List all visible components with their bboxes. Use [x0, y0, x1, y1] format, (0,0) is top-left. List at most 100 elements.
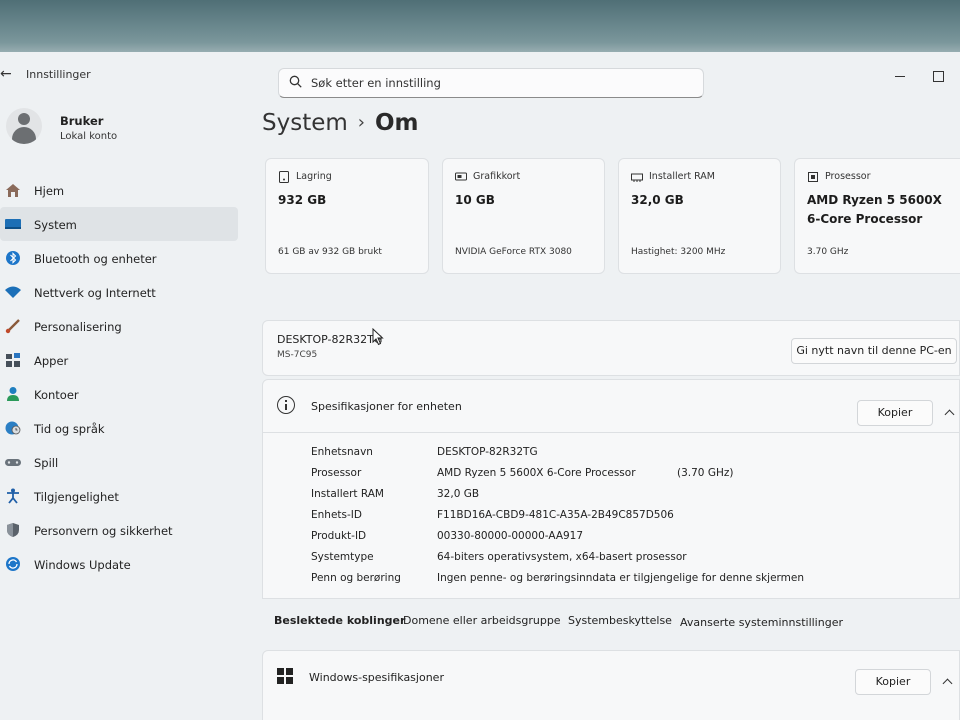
sidebar-item-network[interactable]: Nettverk og Internett — [0, 275, 238, 309]
spec-value: F11BD16A-CBD9-481C-A35A-2B49C857D506 — [437, 509, 674, 521]
sidebar-item-personalization[interactable]: Personalisering — [0, 309, 238, 343]
search-box[interactable] — [278, 68, 704, 98]
device-specs-title: Spesifikasjoner for enheten — [311, 400, 462, 413]
sidebar-item-label: Nettverk og Internett — [34, 286, 156, 300]
card-value: 32,0 GB — [631, 193, 684, 207]
collapse-chevron-icon[interactable] — [941, 675, 955, 689]
sidebar-item-hjem[interactable]: Hjem — [0, 173, 238, 207]
collapse-chevron-icon[interactable] — [943, 406, 957, 420]
card-value: AMD Ryzen 5 5600X 6-Core Processor — [807, 193, 942, 226]
spec-key: Enhetsnavn — [311, 446, 373, 458]
spec-value: Ingen penne- og berøringsinndata er tilg… — [437, 572, 805, 584]
accessibility-icon — [7, 488, 19, 504]
breadcrumb-current: Om — [374, 110, 419, 136]
spec-key: Installert RAM — [311, 488, 384, 500]
brush-icon — [5, 319, 20, 334]
back-arrow-icon[interactable]: ← — [0, 66, 12, 82]
user-name: Bruker — [60, 114, 104, 128]
gpu-icon — [455, 172, 467, 181]
gpu-card[interactable]: Grafikkort 10 GB NVIDIA GeForce RTX 3080 — [442, 158, 605, 274]
sidebar-item-label: Personalisering — [34, 320, 122, 334]
sidebar-item-label: Hjem — [34, 184, 65, 198]
sidebar-item-windows-update[interactable]: Windows Update — [0, 547, 238, 581]
spec-row: Enhetsnavn DESKTOP-82R32TG — [311, 446, 951, 466]
sidebar-item-system[interactable]: System — [0, 207, 238, 241]
card-value: 10 GB — [455, 193, 495, 207]
spec-key: Prosessor — [311, 467, 362, 479]
search-icon — [289, 75, 302, 88]
system-icon — [5, 219, 21, 229]
sidebar-item-time-language[interactable]: Tid og språk — [0, 411, 238, 445]
user-account-type: Lokal konto — [60, 131, 118, 142]
sidebar-item-label: Personvern og sikkerhet — [34, 524, 173, 538]
breadcrumb-parent[interactable]: System — [262, 110, 348, 136]
link-domain-workgroup[interactable]: Domene eller arbeidsgruppe — [403, 614, 561, 627]
update-icon — [6, 557, 20, 571]
spec-row: Installert RAM 32,0 GB — [311, 488, 951, 508]
bluetooth-icon — [6, 251, 20, 265]
page-title: System › Om — [262, 110, 419, 136]
spec-row: Prosessor AMD Ryzen 5 5600X 6-Core Proce… — [311, 467, 951, 487]
copy-windows-specs-button[interactable]: Kopier — [855, 669, 931, 695]
windows-specs-header[interactable]: Windows-spesifikasjoner Kopier — [262, 650, 960, 720]
card-title: Grafikkort — [473, 171, 521, 182]
spec-value: 32,0 GB — [437, 488, 480, 500]
card-title: Installert RAM — [649, 171, 716, 182]
search-input[interactable] — [311, 74, 691, 92]
related-links-heading: Beslektede koblinger — [274, 614, 406, 627]
maximize-button[interactable] — [928, 66, 948, 86]
settings-window: ← Innstillinger Bruker Lokal konto Hjem … — [0, 52, 960, 720]
sidebar-item-gaming[interactable]: Spill — [0, 445, 238, 479]
device-model: MS-7C95 — [277, 350, 318, 360]
mouse-cursor-icon — [372, 328, 384, 346]
breadcrumb-separator: › — [357, 112, 365, 133]
sidebar-item-accessibility[interactable]: Tilgjengelighet — [0, 479, 238, 513]
windows-logo-icon — [277, 668, 293, 684]
ram-icon — [631, 173, 643, 182]
spec-value: DESKTOP-82R32TG — [437, 446, 538, 458]
rename-pc-button[interactable]: Gi nytt navn til denne PC-en — [791, 338, 957, 364]
spec-key: Enhets-ID — [311, 509, 362, 521]
person-icon — [7, 387, 19, 401]
avatar — [6, 108, 42, 144]
related-links: Beslektede koblinger Domene eller arbeid… — [262, 600, 960, 644]
app-title: Innstillinger — [26, 68, 91, 81]
spec-row: Penn og berøring Ingen penne- og berørin… — [311, 572, 951, 592]
sidebar-nav: Hjem System Bluetooth og enheter Nettver… — [0, 173, 240, 581]
sidebar-item-label: System — [34, 218, 77, 232]
ram-card[interactable]: Installert RAM 32,0 GB Hastighet: 3200 M… — [618, 158, 781, 274]
sidebar-item-label: Apper — [34, 354, 69, 368]
screen-bezel — [0, 0, 960, 60]
spec-key: Penn og berøring — [311, 572, 401, 584]
sidebar-item-label: Tid og språk — [34, 422, 105, 436]
card-subtitle: NVIDIA GeForce RTX 3080 — [455, 247, 572, 257]
spec-key: Produkt-ID — [311, 530, 367, 542]
sidebar-item-bluetooth[interactable]: Bluetooth og enheter — [0, 241, 238, 275]
sidebar-item-accounts[interactable]: Kontoer — [0, 377, 238, 411]
spec-value: AMD Ryzen 5 5600X 6-Core Processor — [437, 467, 636, 479]
info-icon — [277, 396, 295, 414]
sidebar-item-apps[interactable]: Apper — [0, 343, 238, 377]
link-advanced-system-settings[interactable]: Avanserte systeminnstillinger — [680, 616, 843, 629]
apps-icon — [6, 353, 20, 367]
shield-icon — [7, 523, 19, 537]
device-specs-header[interactable]: Spesifikasjoner for enheten Kopier — [262, 379, 960, 433]
spec-row: Produkt-ID 00330-80000-00000-AA917 — [311, 530, 951, 550]
spec-row: Enhets-ID F11BD16A-CBD9-481C-A35A-2B49C8… — [311, 509, 951, 529]
link-system-protection[interactable]: Systembeskyttelse — [568, 614, 672, 627]
card-title: Prosessor — [825, 171, 871, 182]
home-icon — [6, 184, 20, 197]
copy-device-specs-button[interactable]: Kopier — [857, 400, 933, 426]
storage-card[interactable]: Lagring 932 GB 61 GB av 932 GB brukt — [265, 158, 429, 274]
title-bar: ← Innstillinger — [0, 52, 960, 98]
globe-clock-icon — [5, 421, 21, 435]
user-profile[interactable]: Bruker Lokal konto — [6, 108, 246, 158]
spec-extra: (3.70 GHz) — [677, 467, 734, 479]
cpu-icon — [808, 172, 818, 182]
spec-value: 64-biters operativsystem, x64-basert pro… — [437, 551, 687, 563]
processor-card[interactable]: Prosessor AMD Ryzen 5 5600X 6-Core Proce… — [794, 158, 960, 274]
storage-icon — [279, 171, 289, 183]
device-name: DESKTOP-82R32TG — [277, 333, 383, 346]
minimize-button[interactable] — [890, 66, 910, 86]
sidebar-item-privacy-security[interactable]: Personvern og sikkerhet — [0, 513, 238, 547]
